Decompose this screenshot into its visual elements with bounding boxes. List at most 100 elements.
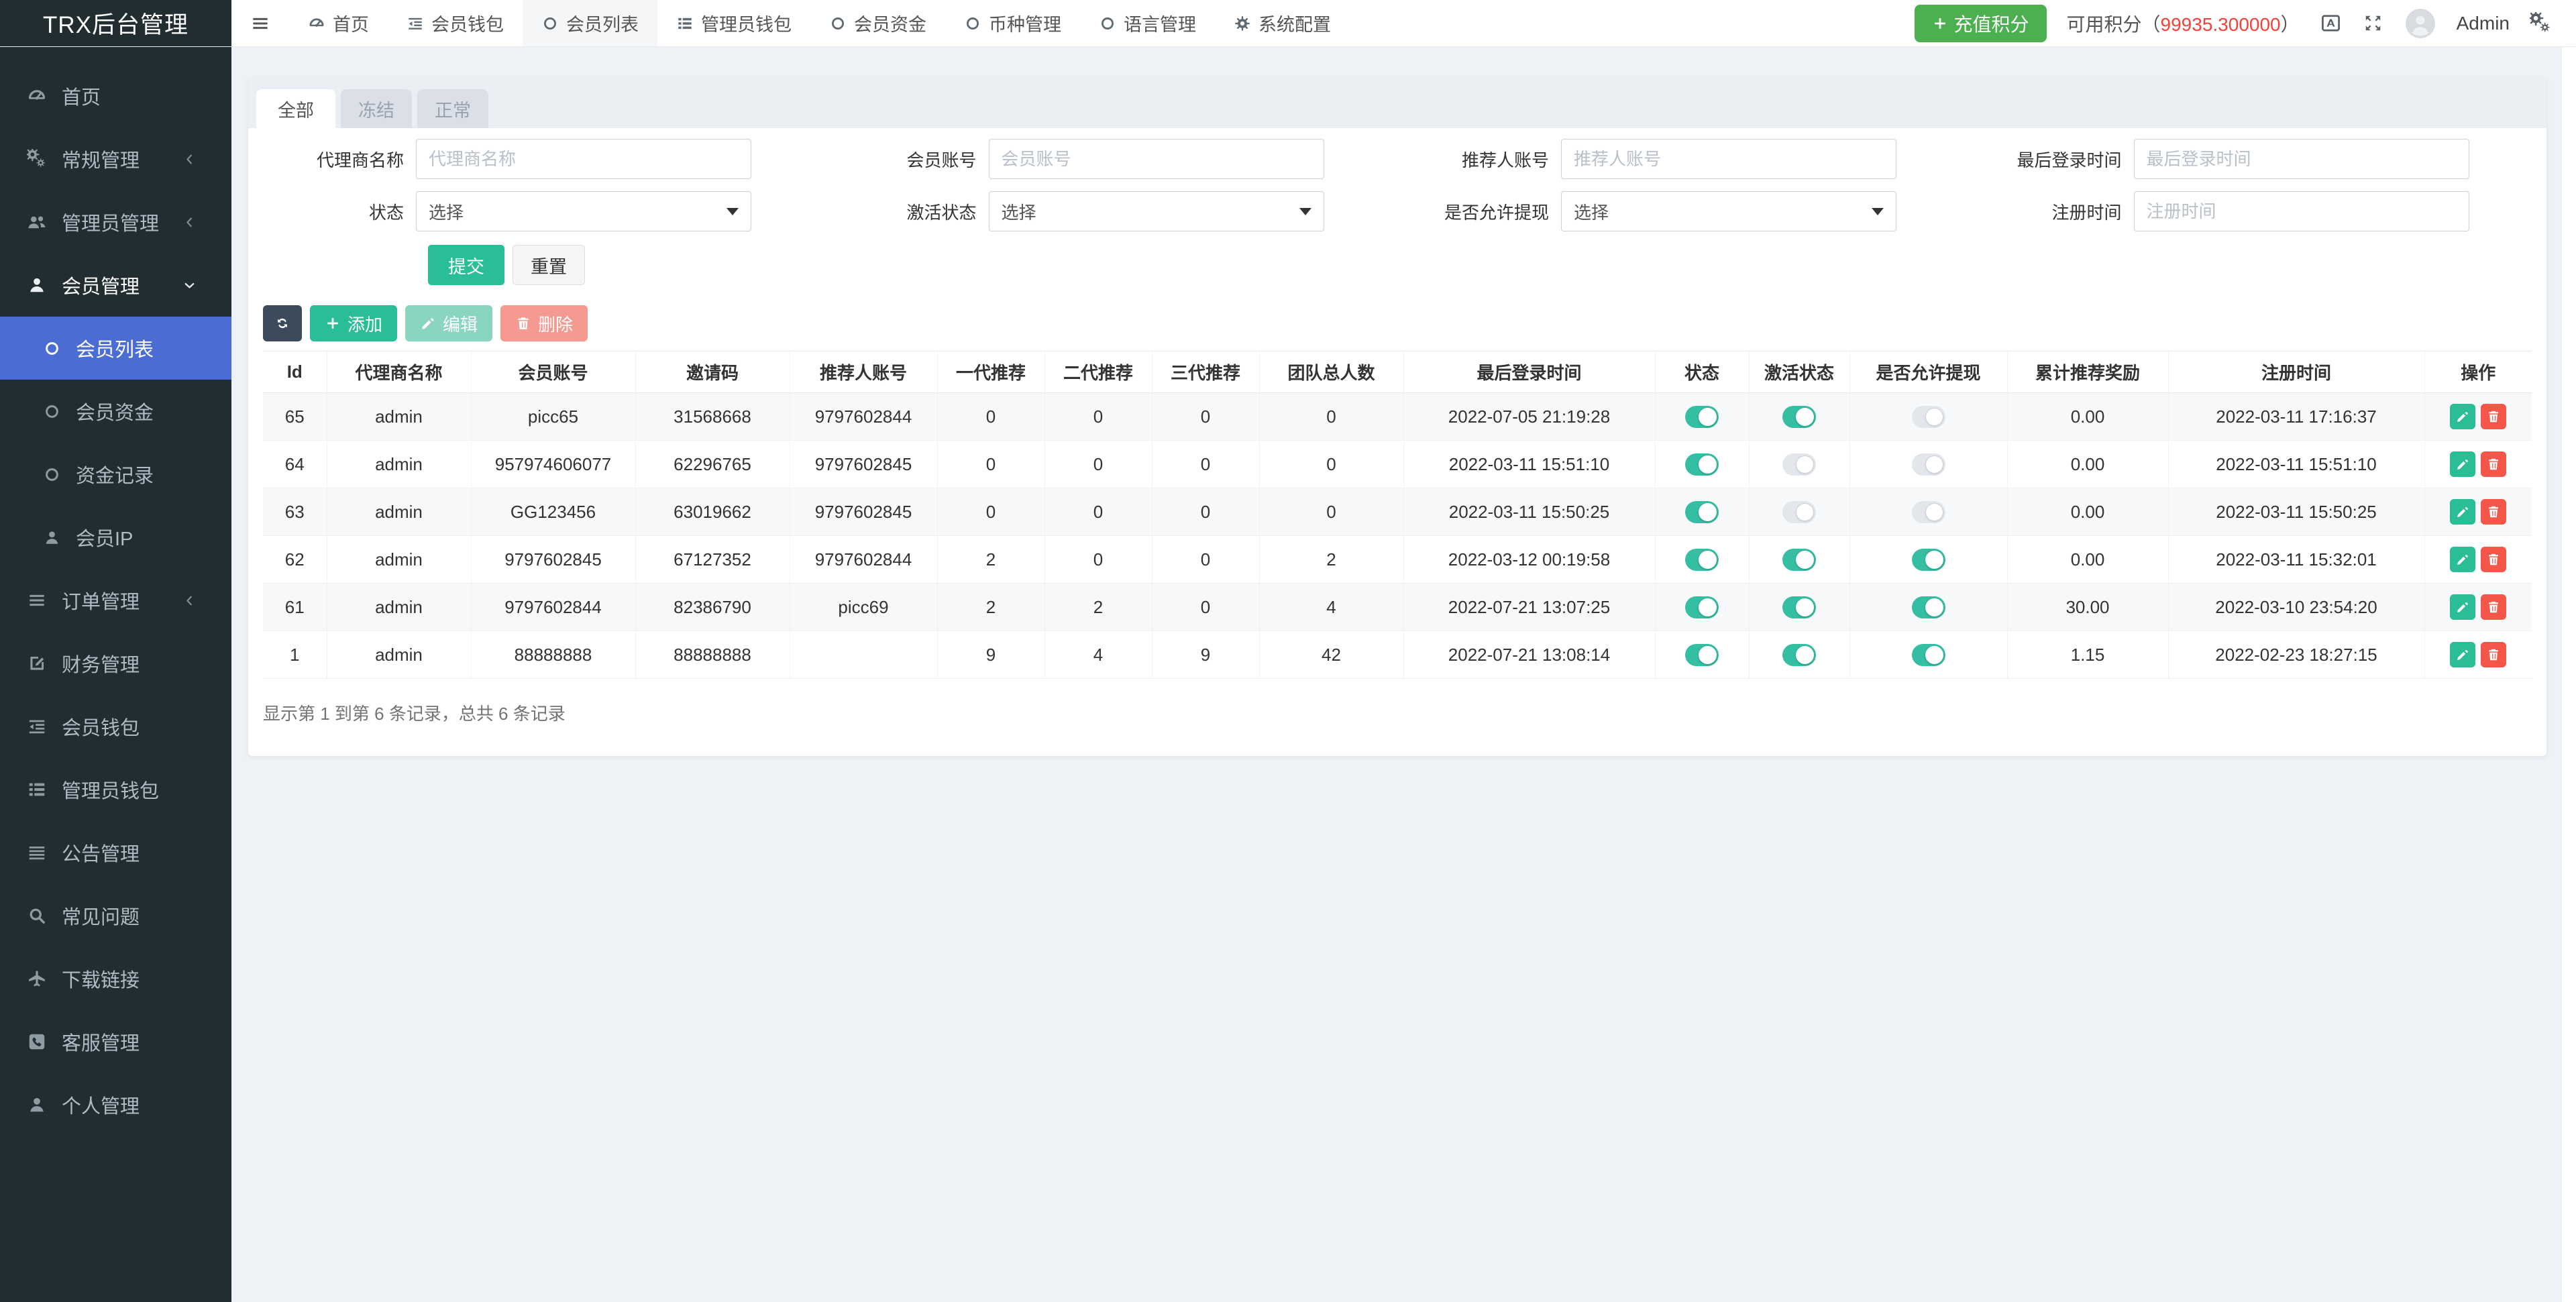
delete-button[interactable]: 删除 (500, 305, 588, 341)
sidebar-item-home[interactable]: 首页 (0, 64, 231, 127)
sidebar-item-order-management[interactable]: 订单管理 (0, 569, 231, 632)
edit-button[interactable]: 编辑 (405, 305, 492, 341)
status-toggle[interactable] (1685, 453, 1719, 476)
sidebar-item-member-funds[interactable]: 会员资金 (0, 380, 231, 443)
row-edit-button[interactable] (2450, 499, 2475, 525)
status-toggle[interactable] (1685, 406, 1719, 428)
referrer-account-input[interactable] (1561, 139, 1896, 179)
topnav-item-home[interactable]: 首页 (289, 0, 388, 46)
column-header-actions: 操作 (2424, 351, 2532, 393)
row-delete-button[interactable] (2481, 404, 2506, 429)
row-delete-button[interactable] (2481, 547, 2506, 572)
register-time-input[interactable] (2134, 191, 2469, 231)
table-row: 63adminGG1234566301966297976028450000202… (263, 488, 2532, 536)
fullscreen-button[interactable] (2362, 12, 2384, 34)
sidebar-item-personal-management[interactable]: 个人管理 (0, 1073, 231, 1136)
allow-withdraw-select[interactable]: 选择 (1561, 191, 1896, 231)
active-status-toggle[interactable] (1782, 596, 1816, 618)
translate-button[interactable] (2320, 12, 2342, 34)
fullscreen-icon (2362, 12, 2384, 34)
tab-frozen[interactable]: 冻结 (341, 89, 412, 128)
row-edit-button[interactable] (2450, 642, 2475, 667)
row-delete-button[interactable] (2481, 451, 2506, 477)
sidebar-item-customer-service[interactable]: 客服管理 (0, 1010, 231, 1073)
topnav-item-member-wallet[interactable]: 会员钱包 (388, 0, 523, 46)
row-delete-button[interactable] (2481, 594, 2506, 620)
allow-withdraw-toggle[interactable] (1912, 453, 1945, 476)
status-toggle[interactable] (1685, 596, 1719, 618)
active-status-toggle[interactable] (1782, 549, 1816, 571)
topnav-item-member-list[interactable]: 会员列表 (523, 0, 657, 46)
reset-button[interactable]: 重置 (513, 245, 585, 285)
cell-referrer-account: 9797602845 (790, 488, 937, 536)
status-toggle[interactable] (1685, 501, 1719, 523)
topnav-item-member-funds[interactable]: 会员资金 (810, 0, 945, 46)
row-edit-button[interactable] (2450, 451, 2475, 477)
row-edit-button[interactable] (2450, 547, 2475, 572)
topnav-item-admin-wallet[interactable]: 管理员钱包 (657, 0, 810, 46)
active-status-toggle[interactable] (1782, 453, 1816, 476)
sidebar-toggle-button[interactable] (231, 0, 289, 46)
allow-withdraw-toggle[interactable] (1912, 549, 1945, 571)
sidebar-item-admin-management[interactable]: 管理员管理 (0, 191, 231, 254)
sidebar-item-member-management[interactable]: 会员管理 (0, 254, 231, 317)
last-login-time-input[interactable] (2134, 139, 2469, 179)
avatar[interactable] (2404, 7, 2436, 40)
sidebar-item-member-ip[interactable]: 会员IP (0, 506, 231, 569)
active-status-toggle[interactable] (1782, 644, 1816, 666)
sidebar-item-download-link[interactable]: 下载链接 (0, 947, 231, 1010)
user-name[interactable]: Admin (2457, 13, 2510, 34)
sidebar-item-member-wallet[interactable]: 会员钱包 (0, 695, 231, 758)
allow-withdraw-toggle[interactable] (1912, 644, 1945, 666)
sidebar-item-funds-record[interactable]: 资金记录 (0, 443, 231, 506)
sidebar-item-finance-management[interactable]: 财务管理 (0, 632, 231, 695)
add-button[interactable]: 添加 (310, 305, 397, 341)
status-toggle[interactable] (1685, 644, 1719, 666)
cell-last-login-time: 2022-07-21 13:08:14 (1403, 631, 1655, 679)
sidebar-item-label: 订单管理 (62, 586, 140, 614)
allow-withdraw-toggle[interactable] (1912, 596, 1945, 618)
settings-button[interactable] (2530, 12, 2552, 34)
outdent-icon (27, 716, 47, 737)
toggle-knob (1699, 598, 1717, 616)
submit-button[interactable]: 提交 (428, 245, 504, 285)
sidebar-item-faq[interactable]: 常见问题 (0, 884, 231, 947)
sidebar-item-admin-wallet[interactable]: 管理员钱包 (0, 758, 231, 821)
tab-all[interactable]: 全部 (256, 89, 335, 128)
trash-icon (2486, 647, 2501, 662)
row-delete-button[interactable] (2481, 642, 2506, 667)
sidebar-item-general-management[interactable]: 常规管理 (0, 127, 231, 191)
recharge-points-button[interactable]: 充值积分 (1915, 5, 2047, 42)
active-status-toggle[interactable] (1782, 501, 1816, 523)
scrollbar[interactable] (2561, 47, 2576, 1302)
filter-form: 代理商名称会员账号推荐人账号最后登录时间状态选择激活状态选择是否允许提现选择注册… (248, 128, 2546, 231)
toggle-knob (1796, 408, 1814, 426)
topnav-item-language-management[interactable]: 语言管理 (1080, 0, 1215, 46)
cell-id: 62 (263, 536, 327, 584)
allow-withdraw-toggle[interactable] (1912, 501, 1945, 523)
column-header-status: 状态 (1655, 351, 1749, 393)
tab-normal[interactable]: 正常 (417, 89, 488, 128)
sidebar-item-member-list[interactable]: 会员列表 (0, 317, 231, 380)
user-icon (27, 275, 47, 295)
refresh-button[interactable] (263, 305, 302, 341)
sidebar-item-announcement-management[interactable]: 公告管理 (0, 821, 231, 884)
topnav-item-system-config[interactable]: 系统配置 (1215, 0, 1350, 46)
toggle-knob (1925, 646, 1943, 664)
topnav: 首页会员钱包会员列表管理员钱包会员资金币种管理语言管理系统配置 (289, 0, 1350, 46)
status-select[interactable]: 选择 (416, 191, 751, 231)
topnav-item-currency-management[interactable]: 币种管理 (945, 0, 1080, 46)
agent-name-input[interactable] (416, 139, 751, 179)
active-status-select[interactable]: 选择 (989, 191, 1324, 231)
caret-down-icon (727, 208, 739, 215)
topnav-item-label: 首页 (333, 10, 369, 36)
status-toggle[interactable] (1685, 549, 1719, 571)
referrer-account-label: 推荐人账号 (1393, 147, 1561, 172)
row-edit-button[interactable] (2450, 404, 2475, 429)
member-account-input[interactable] (989, 139, 1324, 179)
table-row: 61admin979760284482386790picc6922042022-… (263, 584, 2532, 631)
row-delete-button[interactable] (2481, 499, 2506, 525)
active-status-toggle[interactable] (1782, 406, 1816, 428)
row-edit-button[interactable] (2450, 594, 2475, 620)
allow-withdraw-toggle[interactable] (1912, 406, 1945, 428)
